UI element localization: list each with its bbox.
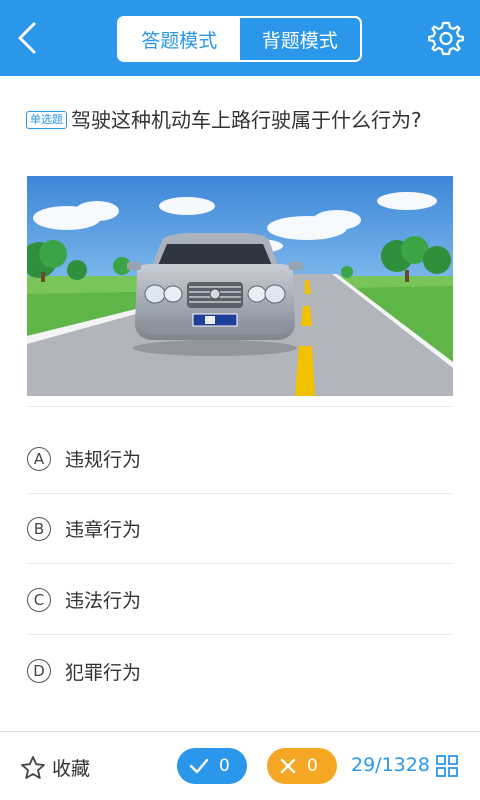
back-arrow-icon[interactable] xyxy=(12,20,46,56)
option-a[interactable]: A 违规行为 xyxy=(27,424,453,494)
question-type-badge: 单选题 xyxy=(26,111,67,129)
wrong-count-badge[interactable]: 0 xyxy=(267,748,337,784)
option-text-c: 违法行为 xyxy=(65,590,142,612)
option-d[interactable]: D 犯罪行为 xyxy=(27,636,453,706)
mode-switch: 答题模式 背题模式 xyxy=(117,16,362,62)
favorite-label: 收藏 xyxy=(52,758,91,780)
question-text: 驾驶这种机动车上路行驶属于什么行为? xyxy=(71,108,422,132)
cross-icon xyxy=(280,758,296,774)
option-c[interactable]: C 违法行为 xyxy=(27,565,453,635)
divider xyxy=(27,406,453,407)
favorite-button[interactable]: 收藏 xyxy=(20,754,90,781)
tab-answer-mode[interactable]: 答题模式 xyxy=(119,18,240,60)
option-letter-c: C xyxy=(27,587,51,612)
question-image xyxy=(27,176,453,396)
option-letter-d: D xyxy=(27,659,51,683)
question-text-block: 单选题 驾驶这种机动车上路行驶属于什么行为? xyxy=(26,104,446,136)
wrong-count: 0 xyxy=(307,756,318,776)
tab-review-mode[interactable]: 背题模式 xyxy=(240,18,361,60)
option-b[interactable]: B 违章行为 xyxy=(27,494,453,564)
option-text-b: 违章行为 xyxy=(65,519,142,541)
correct-count: 0 xyxy=(219,756,230,776)
option-text-d: 犯罪行为 xyxy=(65,661,142,684)
correct-count-badge[interactable]: 0 xyxy=(177,748,247,784)
grid-icon[interactable] xyxy=(436,755,458,777)
option-text-a: 违规行为 xyxy=(65,449,142,471)
check-icon xyxy=(189,758,209,774)
star-icon xyxy=(21,755,45,779)
gear-icon[interactable] xyxy=(428,20,464,56)
option-letter-b: B xyxy=(27,516,51,541)
question-progress[interactable]: 29/1328 xyxy=(351,754,430,776)
top-bar: 答题模式 背题模式 xyxy=(0,0,480,76)
bottom-bar: 收藏 0 0 29/1328 xyxy=(0,731,480,800)
option-letter-a: A xyxy=(27,446,51,471)
